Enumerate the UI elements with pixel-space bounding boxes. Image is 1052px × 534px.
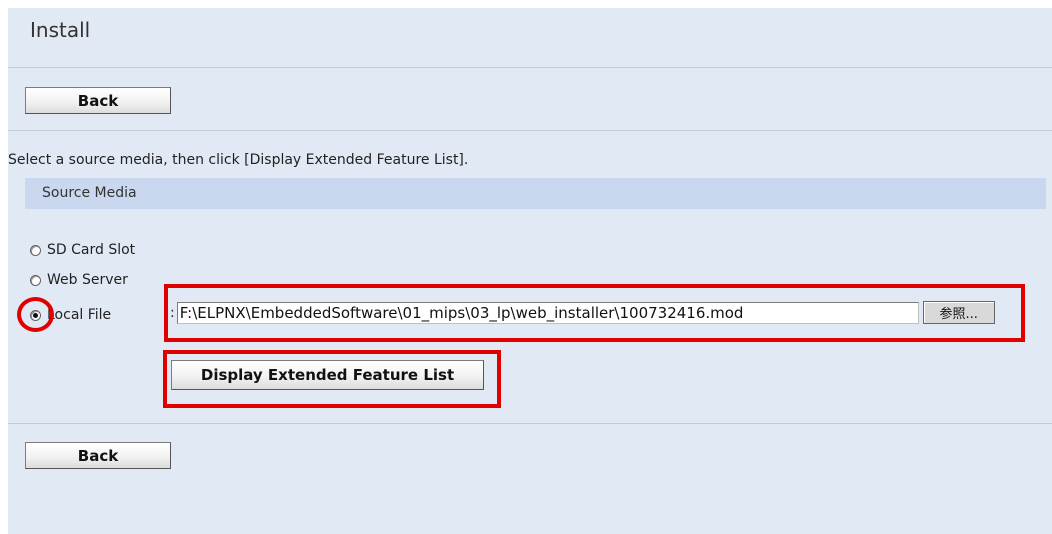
divider bbox=[8, 130, 1052, 131]
back-button-bottom[interactable]: Back bbox=[25, 442, 171, 469]
radio-button-checked[interactable] bbox=[30, 309, 41, 321]
local-file-row: : 参照... bbox=[170, 301, 995, 324]
radio-sd-card-slot[interactable]: SD Card Slot bbox=[30, 241, 135, 259]
radio-button[interactable] bbox=[30, 274, 41, 286]
radio-button[interactable] bbox=[30, 244, 41, 256]
section-title: Source Media bbox=[42, 185, 137, 201]
divider bbox=[8, 423, 1052, 424]
source-media-header: Source Media bbox=[25, 178, 1046, 209]
page-title: Install bbox=[30, 18, 91, 42]
radio-label: Local File bbox=[47, 307, 112, 323]
separator: : bbox=[170, 304, 175, 321]
file-path-input[interactable] bbox=[176, 301, 919, 324]
instruction-text: Select a source media, then click [Displ… bbox=[8, 152, 469, 168]
browse-button[interactable]: 参照... bbox=[922, 301, 995, 324]
radio-web-server[interactable]: Web Server bbox=[30, 271, 128, 289]
radio-label: Web Server bbox=[47, 272, 128, 288]
radio-local-file[interactable]: Local File bbox=[30, 306, 111, 324]
divider bbox=[8, 67, 1052, 68]
back-button-top[interactable]: Back bbox=[25, 87, 171, 114]
radio-label: SD Card Slot bbox=[47, 242, 136, 258]
display-extended-feature-list-button[interactable]: Display Extended Feature List bbox=[171, 360, 484, 390]
